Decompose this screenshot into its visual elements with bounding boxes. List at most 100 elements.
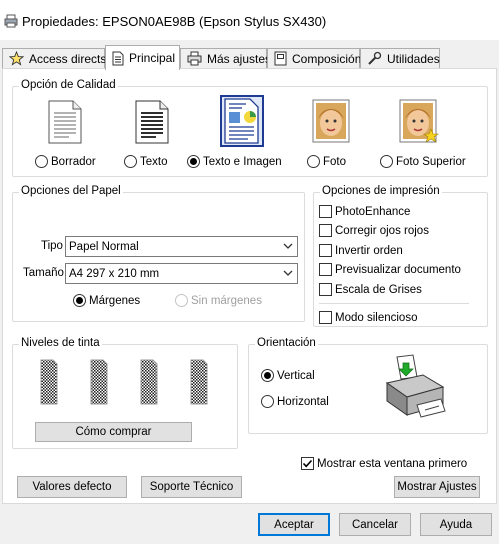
printer-portrait-icon: [385, 354, 446, 418]
tab-label: Utilidades: [387, 51, 440, 66]
tab-label: Más ajustes: [207, 51, 272, 66]
orientation-portrait-radio[interactable]: Vertical: [261, 369, 315, 382]
support-button[interactable]: Soporte Técnico: [141, 476, 242, 498]
quality-radio-foto[interactable]: Foto: [307, 155, 346, 168]
help-button[interactable]: Ayuda: [420, 513, 492, 536]
radio-indicator: [307, 155, 320, 168]
text-image-page-icon: [220, 95, 264, 147]
checkbox-label: Previsualizar documento: [335, 263, 461, 276]
radio-label: Foto: [323, 155, 347, 168]
radio-indicator: [261, 395, 274, 408]
tab-label: Access directs: [29, 51, 107, 66]
checkbox-grayscale[interactable]: Escala de Grises: [319, 283, 422, 296]
checkbox-label: Modo silencioso: [335, 311, 418, 324]
checkbox-label: Invertir orden: [335, 244, 403, 257]
radio-label: Texto: [140, 155, 168, 168]
radio-indicator: [261, 369, 274, 382]
photo-icon: [312, 99, 350, 143]
checkbox-photoenhance[interactable]: PhotoEnhance: [319, 205, 410, 218]
radio-indicator: [73, 294, 86, 307]
quality-radio-borrador[interactable]: Borrador: [35, 155, 96, 168]
checkbox-indicator: [319, 263, 332, 276]
tab-utilidades[interactable]: Utilidades: [360, 48, 440, 68]
radio-indicator: [175, 294, 188, 307]
quality-radio-texto[interactable]: Texto: [124, 155, 168, 168]
select-value: A4 297 x 210 mm: [69, 267, 160, 280]
checkmark-icon: [302, 459, 313, 468]
tab-panel-principal: Opción de Calidad Borrador Texto Texto e…: [2, 68, 497, 504]
defaults-button[interactable]: Valores defecto: [17, 476, 127, 498]
borderless-radio[interactable]: Sin márgenes: [175, 294, 262, 307]
radio-label: Borrador: [51, 155, 96, 168]
orientation-group-title: Orientación: [255, 337, 318, 349]
divider: [319, 303, 469, 304]
select-value: Papel Normal: [69, 240, 139, 253]
checkbox-indicator: [319, 311, 332, 324]
checkbox-indicator: [319, 244, 332, 257]
chevron-down-icon: [283, 270, 293, 276]
show-window-checkbox[interactable]: Mostrar esta ventana primero: [301, 457, 467, 470]
checkbox-label: Escala de Grises: [335, 283, 422, 296]
margins-radio[interactable]: Márgenes: [73, 294, 140, 307]
tab-principal[interactable]: Principal: [105, 45, 180, 70]
orientation-group: Orientación: [248, 337, 488, 434]
paper-type-select[interactable]: Papel Normal: [65, 236, 298, 257]
checkbox-reverse-order[interactable]: Invertir orden: [319, 244, 403, 257]
quality-radio-texto-imagen[interactable]: Texto e Imagen: [187, 155, 282, 168]
printer-icon: [187, 51, 202, 66]
ink-cartridge: [90, 359, 108, 405]
paper-size-select[interactable]: A4 297 x 210 mm: [65, 263, 298, 284]
ink-cartridge: [140, 359, 158, 405]
tab-mas-ajustes[interactable]: Más ajustes: [180, 48, 271, 68]
tab-label: Composición: [292, 51, 362, 66]
radio-indicator: [124, 155, 137, 168]
print-options-title: Opciones de impresión: [320, 185, 442, 197]
tab-label: Principal: [129, 51, 176, 65]
star-icon: [9, 51, 24, 66]
checkbox-indicator: [319, 283, 332, 296]
ink-cartridges: [40, 359, 208, 405]
radio-label: Texto e Imagen: [203, 155, 282, 168]
ink-cartridge: [40, 359, 58, 405]
checkbox-label: Mostrar esta ventana primero: [317, 457, 468, 470]
paper-size-label: Tamaño: [23, 267, 64, 279]
checkbox-indicator: [319, 205, 332, 218]
checkbox-preview[interactable]: Previsualizar documento: [319, 263, 461, 276]
checkbox-label: PhotoEnhance: [335, 205, 411, 218]
tab-access-directs[interactable]: Access directs: [2, 48, 107, 68]
checkbox-label: Corregir ojos rojos: [335, 224, 429, 237]
ink-group-title: Niveles de tinta: [19, 337, 102, 349]
radio-indicator: [187, 155, 200, 168]
layout-icon: [274, 51, 287, 66]
best-photo-icon: [399, 99, 439, 143]
cancel-button[interactable]: Cancelar: [339, 513, 411, 536]
checkbox-quiet-mode[interactable]: Modo silencioso: [319, 311, 417, 324]
paper-type-label: Tipo: [41, 240, 63, 252]
how-to-buy-button[interactable]: Cómo comprar: [35, 422, 192, 442]
title-bar: Propiedades: EPSON0AE98B (Epson Stylus S…: [0, 0, 499, 40]
radio-label: Sin márgenes: [191, 294, 262, 307]
ok-button[interactable]: Aceptar: [258, 513, 330, 536]
draft-page-icon: [48, 100, 82, 144]
orientation-landscape-radio[interactable]: Horizontal: [261, 395, 329, 408]
tab-composicion[interactable]: Composición: [267, 48, 362, 68]
ink-cartridge: [190, 359, 208, 405]
page-icon: [112, 51, 124, 66]
paper-group-title: Opciones del Papel: [19, 185, 123, 197]
radio-label: Foto Superior: [396, 155, 466, 168]
radio-label: Horizontal: [277, 395, 329, 408]
radio-label: Vertical: [277, 369, 315, 382]
printer-icon: [4, 14, 18, 28]
radio-indicator: [35, 155, 48, 168]
radio-label: Márgenes: [89, 294, 141, 307]
checkbox-red-eye[interactable]: Corregir ojos rojos: [319, 224, 429, 237]
window-title: Propiedades: EPSON0AE98B (Epson Stylus S…: [22, 14, 327, 29]
show-settings-button[interactable]: Mostrar Ajustes: [394, 476, 480, 498]
text-page-icon: [135, 100, 169, 144]
checkbox-indicator: [301, 457, 314, 470]
quality-radio-foto-superior[interactable]: Foto Superior: [380, 155, 466, 168]
wrench-icon: [367, 51, 382, 66]
checkbox-indicator: [319, 224, 332, 237]
quality-group-title: Opción de Calidad: [19, 79, 118, 91]
chevron-down-icon: [283, 243, 293, 249]
